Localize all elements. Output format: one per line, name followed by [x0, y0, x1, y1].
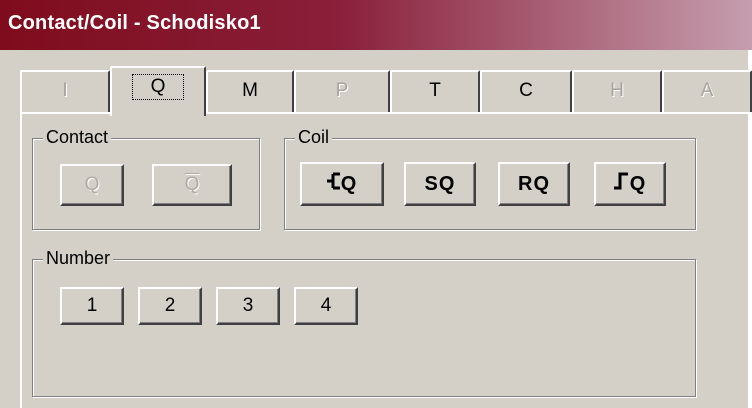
number-button-4[interactable]: 4: [294, 287, 358, 325]
tab-label: H: [610, 80, 624, 101]
number-button-label: 4: [320, 295, 332, 316]
pulse-symbol-icon: [613, 165, 630, 205]
tab-p[interactable]: P: [294, 70, 390, 114]
set-coil-label: SQ: [424, 173, 456, 195]
contact-group-label: Contact: [43, 127, 112, 148]
number-button-1[interactable]: 1: [60, 287, 124, 325]
tab-q[interactable]: Q: [110, 66, 206, 116]
reset-coil-label: RQ: [518, 173, 550, 195]
coil-button[interactable]: Q: [300, 162, 384, 206]
tab-m[interactable]: M: [206, 70, 294, 114]
tab-label: I: [62, 80, 68, 101]
number-button-label: 1: [86, 295, 98, 316]
contact-inverted-label: Q: [184, 174, 200, 195]
contact-normal-button[interactable]: Q: [60, 164, 124, 206]
tab-label: Q: [131, 74, 185, 100]
pulse-coil-button[interactable]: Q: [594, 162, 666, 206]
tab-h[interactable]: H: [572, 70, 662, 114]
window-title: Contact/Coil - Schodisko1: [8, 12, 261, 34]
coil-symbol-icon: [326, 165, 341, 205]
number-button-3[interactable]: 3: [216, 287, 280, 325]
tab-t[interactable]: T: [390, 70, 480, 114]
contact-inverted-button[interactable]: Q: [152, 164, 232, 206]
contact-coil-dialog: Contact/Coil - Schodisko1 I Q M P T C H …: [0, 0, 752, 408]
number-group-label: Number: [43, 248, 114, 269]
set-coil-button[interactable]: SQ: [404, 162, 476, 206]
reset-coil-button[interactable]: RQ: [498, 162, 570, 206]
tab-label: C: [519, 80, 533, 101]
contact-normal-label: Q: [84, 174, 100, 195]
number-button-2[interactable]: 2: [138, 287, 202, 325]
tab-label: A: [700, 80, 714, 101]
tab-label: T: [429, 80, 441, 101]
tab-a[interactable]: A: [662, 70, 752, 114]
tab-strip: I Q M P T C H A: [20, 66, 752, 116]
tab-i[interactable]: I: [20, 70, 110, 114]
pulse-coil-label: Q: [629, 173, 647, 195]
number-button-label: 2: [164, 295, 176, 316]
tab-label: M: [242, 80, 258, 101]
number-button-label: 3: [242, 295, 254, 316]
tab-c[interactable]: C: [480, 70, 572, 114]
title-bar[interactable]: Contact/Coil - Schodisko1: [0, 0, 752, 50]
coil-label: Q: [340, 173, 358, 195]
coil-group-label: Coil: [295, 127, 333, 148]
tab-label: P: [335, 80, 349, 101]
number-group: Number: [32, 248, 696, 397]
